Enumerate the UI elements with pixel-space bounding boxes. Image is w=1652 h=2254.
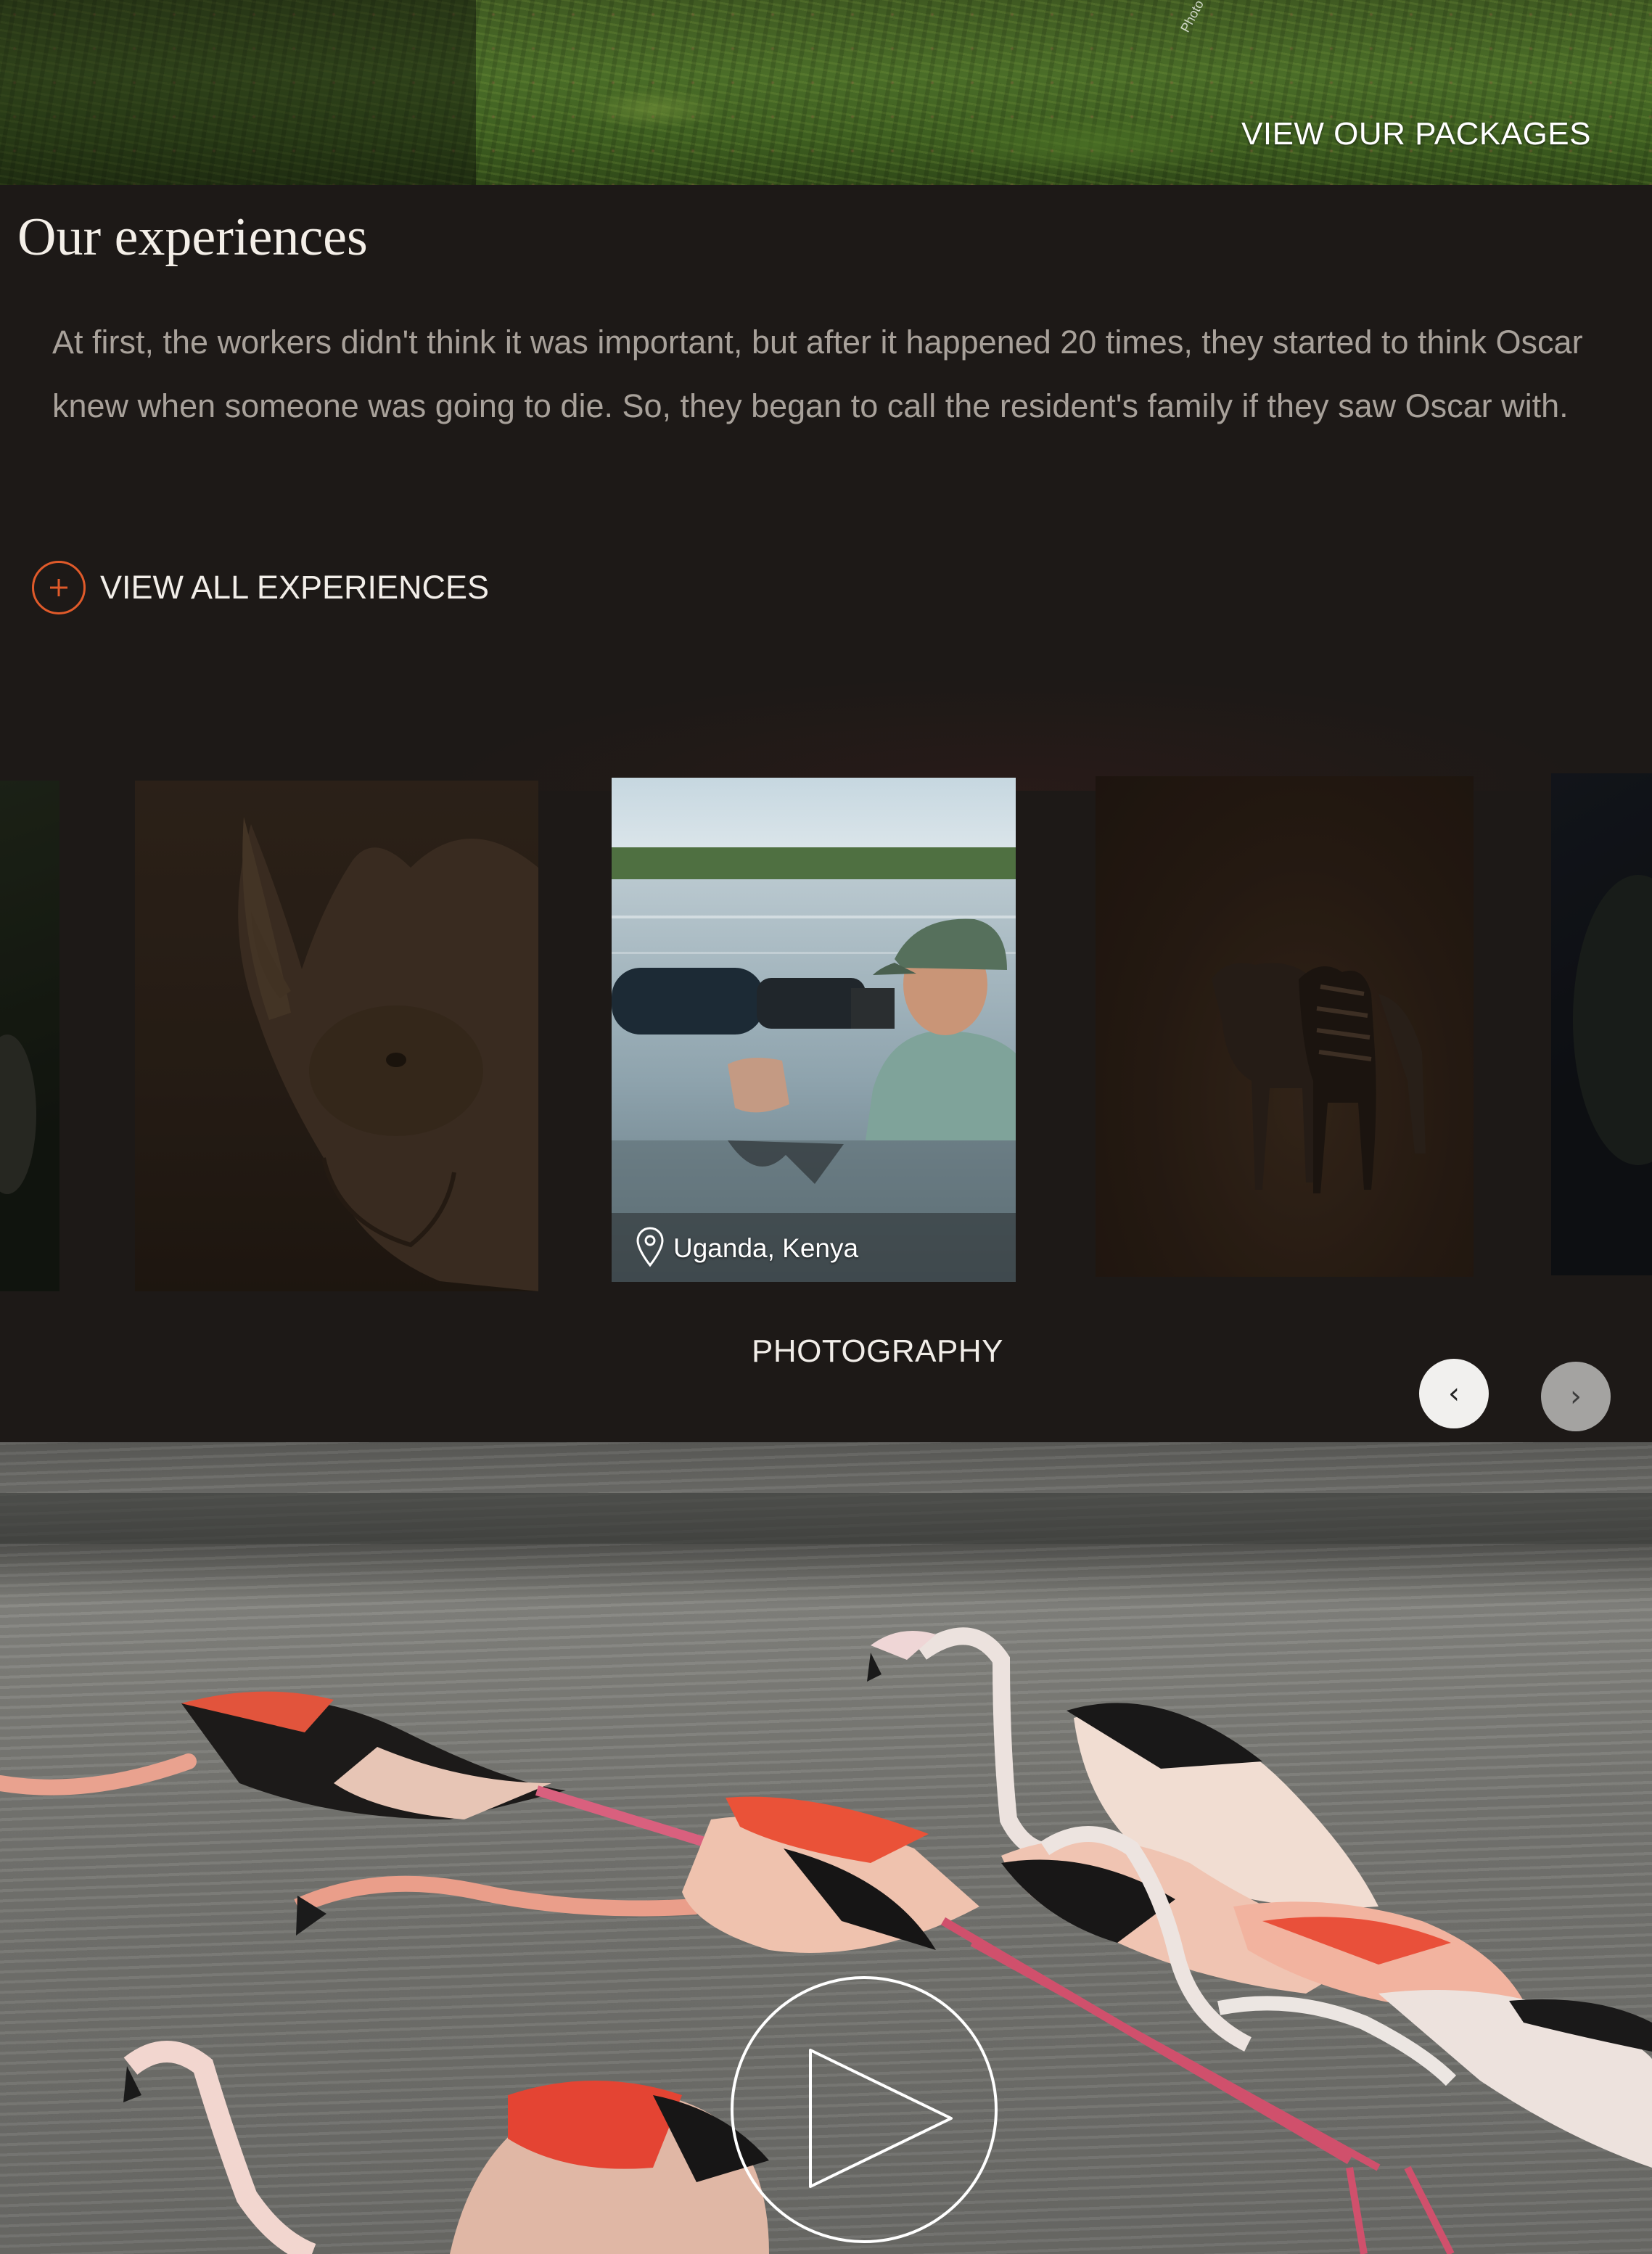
carousel-card-rhino[interactable]: [135, 781, 538, 1291]
carousel-card-partial-right[interactable]: [1551, 773, 1652, 1275]
carousel-card-photography[interactable]: [612, 778, 1016, 1282]
location-tag: Uganda, Kenya: [636, 1226, 858, 1271]
carousel-card-partial-left[interactable]: [0, 781, 59, 1291]
carousel-prev-button[interactable]: ‹: [1419, 1359, 1489, 1428]
map-pin-icon: [636, 1226, 665, 1271]
play-button[interactable]: [729, 1975, 999, 2245]
view-all-experiences-button[interactable]: VIEW ALL EXPERIENCES: [32, 560, 489, 615]
carousel-next-button[interactable]: ›: [1541, 1362, 1611, 1431]
rhino-image: [135, 781, 538, 1291]
section-title: Our experiences: [17, 207, 368, 267]
hero-banner-image: Photo VIEW OUR PACKAGES: [0, 0, 1652, 185]
hero-dim-panel: [0, 0, 476, 185]
video-banner[interactable]: [0, 1442, 1652, 2254]
zebra-image: [1096, 776, 1474, 1277]
section-description: At first, the workers didn't think it wa…: [52, 324, 1583, 424]
page: Photo VIEW OUR PACKAGES Our experiences …: [0, 0, 1652, 2254]
plus-icon: [32, 561, 86, 614]
location-label: Uganda, Kenya: [673, 1233, 859, 1263]
carousel-caption: PHOTOGRAPHY: [752, 1333, 1003, 1369]
play-icon: [731, 1976, 998, 2243]
photographer-image: [612, 778, 1016, 1282]
chevron-left-icon: ‹: [1448, 1377, 1460, 1410]
view-packages-link[interactable]: VIEW OUR PACKAGES: [1241, 116, 1591, 152]
view-all-label: VIEW ALL EXPERIENCES: [100, 569, 490, 606]
carousel-card-zebra[interactable]: [1096, 776, 1474, 1277]
carousel-glow: [435, 675, 1596, 791]
chevron-right-icon: ›: [1570, 1380, 1582, 1413]
